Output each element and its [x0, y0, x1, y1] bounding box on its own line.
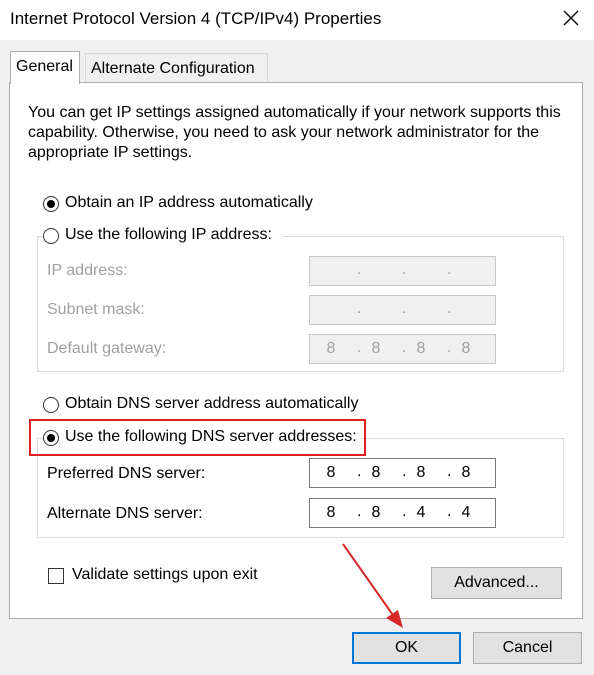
annotation-arrow	[342, 543, 403, 628]
tab-general-label: General	[16, 58, 73, 75]
tab-general[interactable]: General	[10, 51, 80, 84]
